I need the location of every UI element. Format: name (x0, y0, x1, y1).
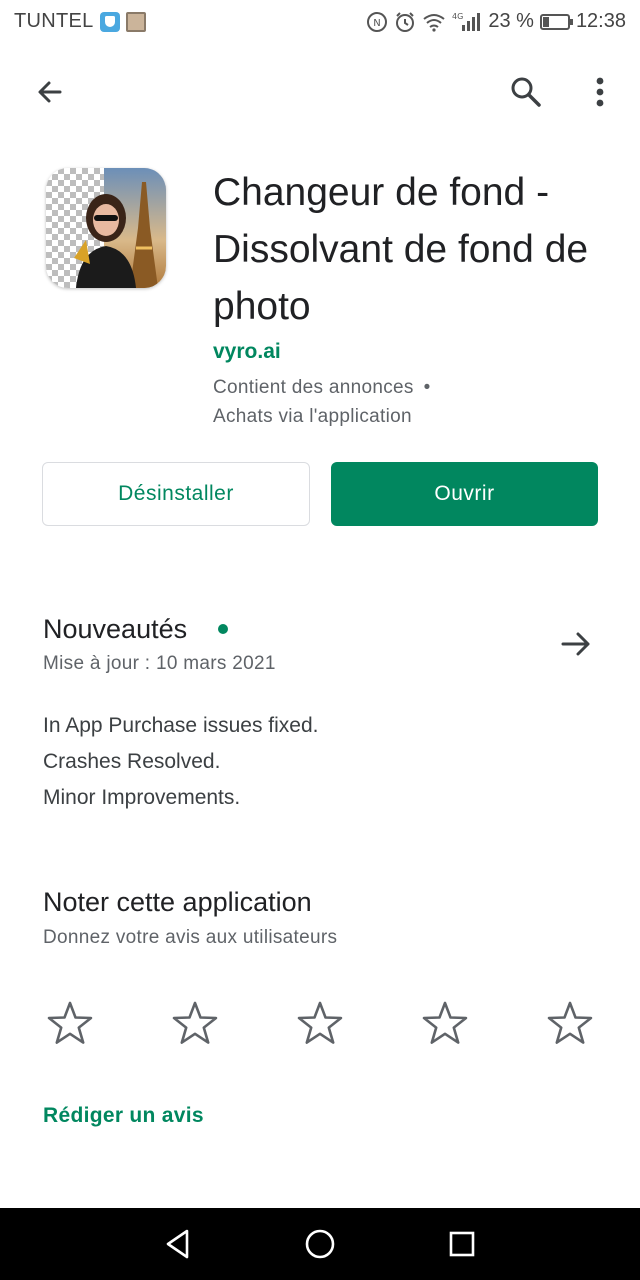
wifi-icon (422, 12, 446, 32)
update-date: Mise à jour : 10 mars 2021 (43, 653, 276, 674)
svg-text:N: N (374, 18, 381, 29)
nfc-icon: N (366, 11, 388, 33)
app-title-line: photo (213, 285, 311, 328)
network-type: 4G (452, 12, 463, 21)
search-icon[interactable] (504, 70, 548, 114)
write-review-link[interactable]: Rédiger un avis (43, 1104, 204, 1128)
meta-separator: • (423, 377, 431, 398)
star-rating (42, 996, 598, 1052)
system-nav-bar (0, 1208, 640, 1280)
clock: 12:38 (575, 10, 626, 32)
star-icon[interactable] (167, 996, 223, 1052)
whats-new-title[interactable]: Nouveautés (43, 614, 187, 645)
app-title-line: Dissolvant de fond de (213, 228, 589, 271)
star-icon[interactable] (292, 996, 348, 1052)
battery-percent: 23 % (488, 10, 534, 32)
release-note: In App Purchase issues fixed. (43, 714, 319, 737)
status-bar: TUNTEL N 4G 23 % 12:38 (0, 0, 640, 44)
contains-ads-label: Contient des annonces • (213, 377, 431, 399)
uninstall-button[interactable]: Désinstaller (42, 462, 310, 526)
star-icon[interactable] (542, 996, 598, 1052)
carrier-name: TUNTEL (14, 10, 94, 32)
app-icon (46, 168, 166, 288)
new-indicator-dot (218, 624, 228, 634)
in-app-purchases-label: Achats via l'application (213, 406, 412, 427)
arrow-right-icon[interactable] (556, 624, 596, 664)
app-title-line: Changeur de fond - (213, 171, 550, 214)
nav-recents-icon[interactable] (442, 1224, 482, 1264)
more-vert-icon[interactable] (578, 70, 622, 114)
star-icon[interactable] (42, 996, 98, 1052)
ads-text: Contient des annonces (213, 377, 414, 398)
rate-app-title: Noter cette application (43, 887, 312, 917)
release-notes: In App Purchase issues fixed. Crashes Re… (43, 708, 319, 816)
rate-app-subtitle: Donnez votre avis aux utilisateurs (43, 927, 338, 948)
release-note: Crashes Resolved. (43, 750, 221, 773)
alarm-icon (394, 11, 416, 33)
star-icon[interactable] (417, 996, 473, 1052)
top-app-bar (0, 56, 640, 128)
battery-icon (539, 13, 573, 30)
developer-link[interactable]: vyro.ai (213, 340, 281, 364)
open-button[interactable]: Ouvrir (331, 462, 598, 526)
nav-home-icon[interactable] (300, 1224, 340, 1264)
photo-thumb-icon (125, 11, 146, 32)
signal-icon: 4G (452, 11, 482, 33)
app-title: Changeur de fond - Dissolvant de fond de… (213, 164, 613, 335)
release-note: Minor Improvements. (43, 786, 241, 809)
nav-back-icon[interactable] (158, 1224, 198, 1264)
back-arrow-icon[interactable] (28, 70, 72, 114)
shield-icon (99, 11, 120, 32)
